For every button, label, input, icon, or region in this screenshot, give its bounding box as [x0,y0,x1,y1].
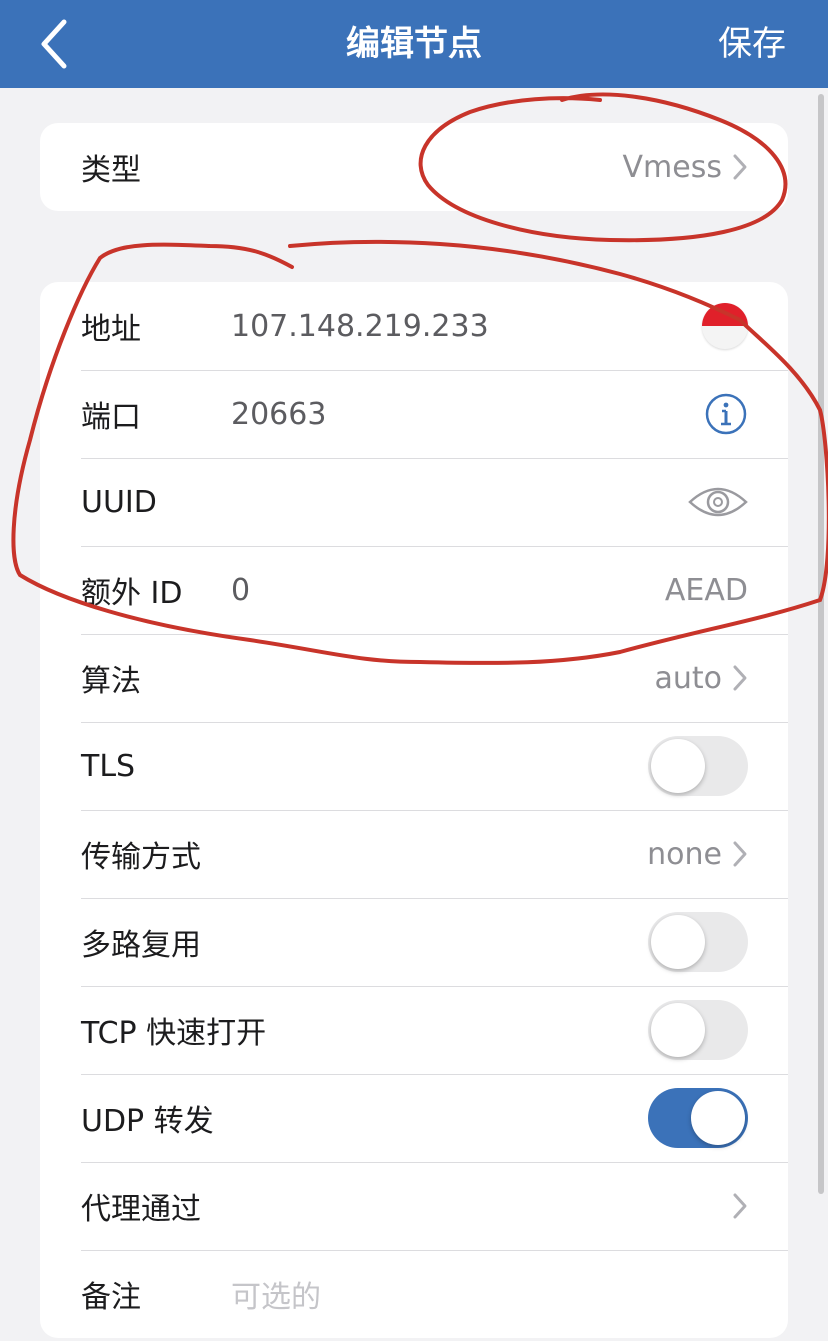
udp-relay-toggle[interactable] [648,1088,748,1148]
scrollbar[interactable] [818,94,824,1194]
settings-card: 地址 107.148.219.233 端口 20663 UUID 额外 ID 0… [40,282,788,1338]
navigation-bar: 编辑节点 保存 [0,0,828,88]
udp-relay-row: UDP 转发 [40,1074,788,1162]
udp-relay-label: UDP 转发 [81,1104,214,1139]
remark-field[interactable]: 可选的 [231,1272,321,1316]
transport-label: 传输方式 [81,840,201,875]
cipher-value: auto [654,660,722,696]
address-row[interactable]: 地址 107.148.219.233 [40,282,788,370]
transport-row[interactable]: 传输方式 none [40,810,788,898]
type-value: Vmess [622,149,722,185]
tls-label: TLS [81,748,136,784]
info-icon[interactable] [704,392,748,436]
mux-row: 多路复用 [40,898,788,986]
page-title: 编辑节点 [346,24,482,64]
proxy-via-label: 代理通过 [81,1192,201,1227]
transport-value: none [647,836,722,872]
type-row[interactable]: 类型 Vmess [40,123,788,211]
alter-id-row[interactable]: 额外 ID 0 AEAD [40,546,788,634]
port-row[interactable]: 端口 20663 [40,370,788,458]
type-card: 类型 Vmess [40,123,788,211]
chevron-right-icon [733,841,747,867]
aead-label: AEAD [664,572,748,608]
proxy-via-row[interactable]: 代理通过 [40,1162,788,1250]
mux-label: 多路复用 [81,928,201,963]
type-label: 类型 [81,153,141,188]
tls-row: TLS [40,722,788,810]
remark-row[interactable]: 备注 可选的 [40,1250,788,1338]
port-label: 端口 [81,400,141,435]
alter-id-field[interactable]: 0 [231,573,250,608]
cipher-label: 算法 [81,664,141,699]
address-label: 地址 [81,312,141,347]
eye-icon[interactable] [688,482,748,522]
tcp-fast-open-row: TCP 快速打开 [40,986,788,1074]
chevron-right-icon [733,1193,747,1219]
chevron-right-icon [733,154,747,180]
uuid-label: UUID [81,484,157,520]
chevron-right-icon [733,665,747,691]
uuid-row[interactable]: UUID [40,458,788,546]
save-button[interactable]: 保存 [718,20,786,68]
port-field[interactable]: 20663 [231,397,326,432]
cipher-row[interactable]: 算法 auto [40,634,788,722]
tls-toggle[interactable] [648,736,748,796]
singapore-flag-icon[interactable] [702,303,748,349]
alter-id-label: 额外 ID [81,576,183,611]
address-field[interactable]: 107.148.219.233 [231,309,489,344]
tcp-fast-open-label: TCP 快速打开 [81,1016,267,1051]
tcp-fast-open-toggle[interactable] [648,1000,748,1060]
mux-toggle[interactable] [648,912,748,972]
remark-label: 备注 [81,1280,141,1315]
